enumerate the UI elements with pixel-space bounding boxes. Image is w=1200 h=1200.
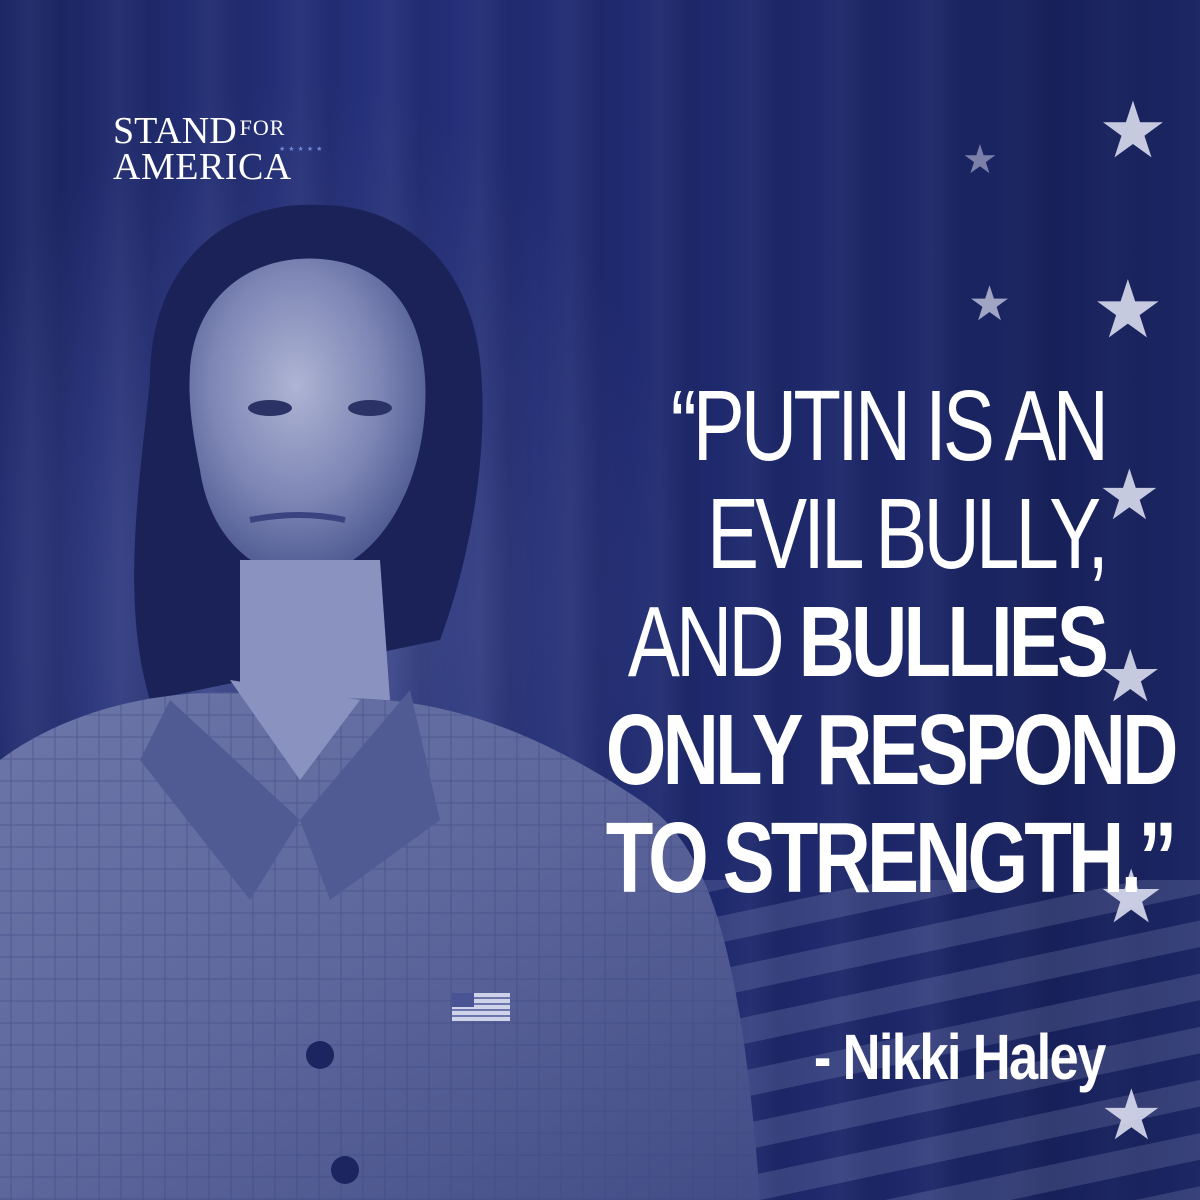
quote-line-2: EVIL BULLY, [707, 478, 1109, 590]
stand-for-america-logo: STAND FOR ★★★★★ AMERICA [113, 110, 322, 188]
logo-america-text: AMERICA [113, 146, 292, 188]
logo-stars-icon: ★★★★★ [279, 145, 326, 153]
quote-line-3-light: AND [627, 586, 799, 698]
logo-stand-text: STAND [113, 110, 237, 152]
quote-graphic: ★ ★ ★ ★ ★ ★ ★ ★ STAND FOR ★★★★★ AMERICA … [0, 0, 1200, 1200]
quote-line-4: ONLY RESPOND [605, 694, 1179, 806]
logo-for-text: FOR [239, 115, 286, 140]
quote-line-1: “PUTIN IS AN [670, 370, 1109, 482]
quote-line-3-bold: BULLIES [798, 586, 1109, 698]
quote-text: “PUTIN IS AN EVIL BULLY, AND BULLIES ONL… [465, 370, 1179, 914]
quote-line-5: TO STRENGTH.” [605, 802, 1177, 914]
quote-attribution: - Nikki Haley [814, 1021, 1106, 1093]
quote-line-3: AND BULLIES [606, 586, 1109, 698]
